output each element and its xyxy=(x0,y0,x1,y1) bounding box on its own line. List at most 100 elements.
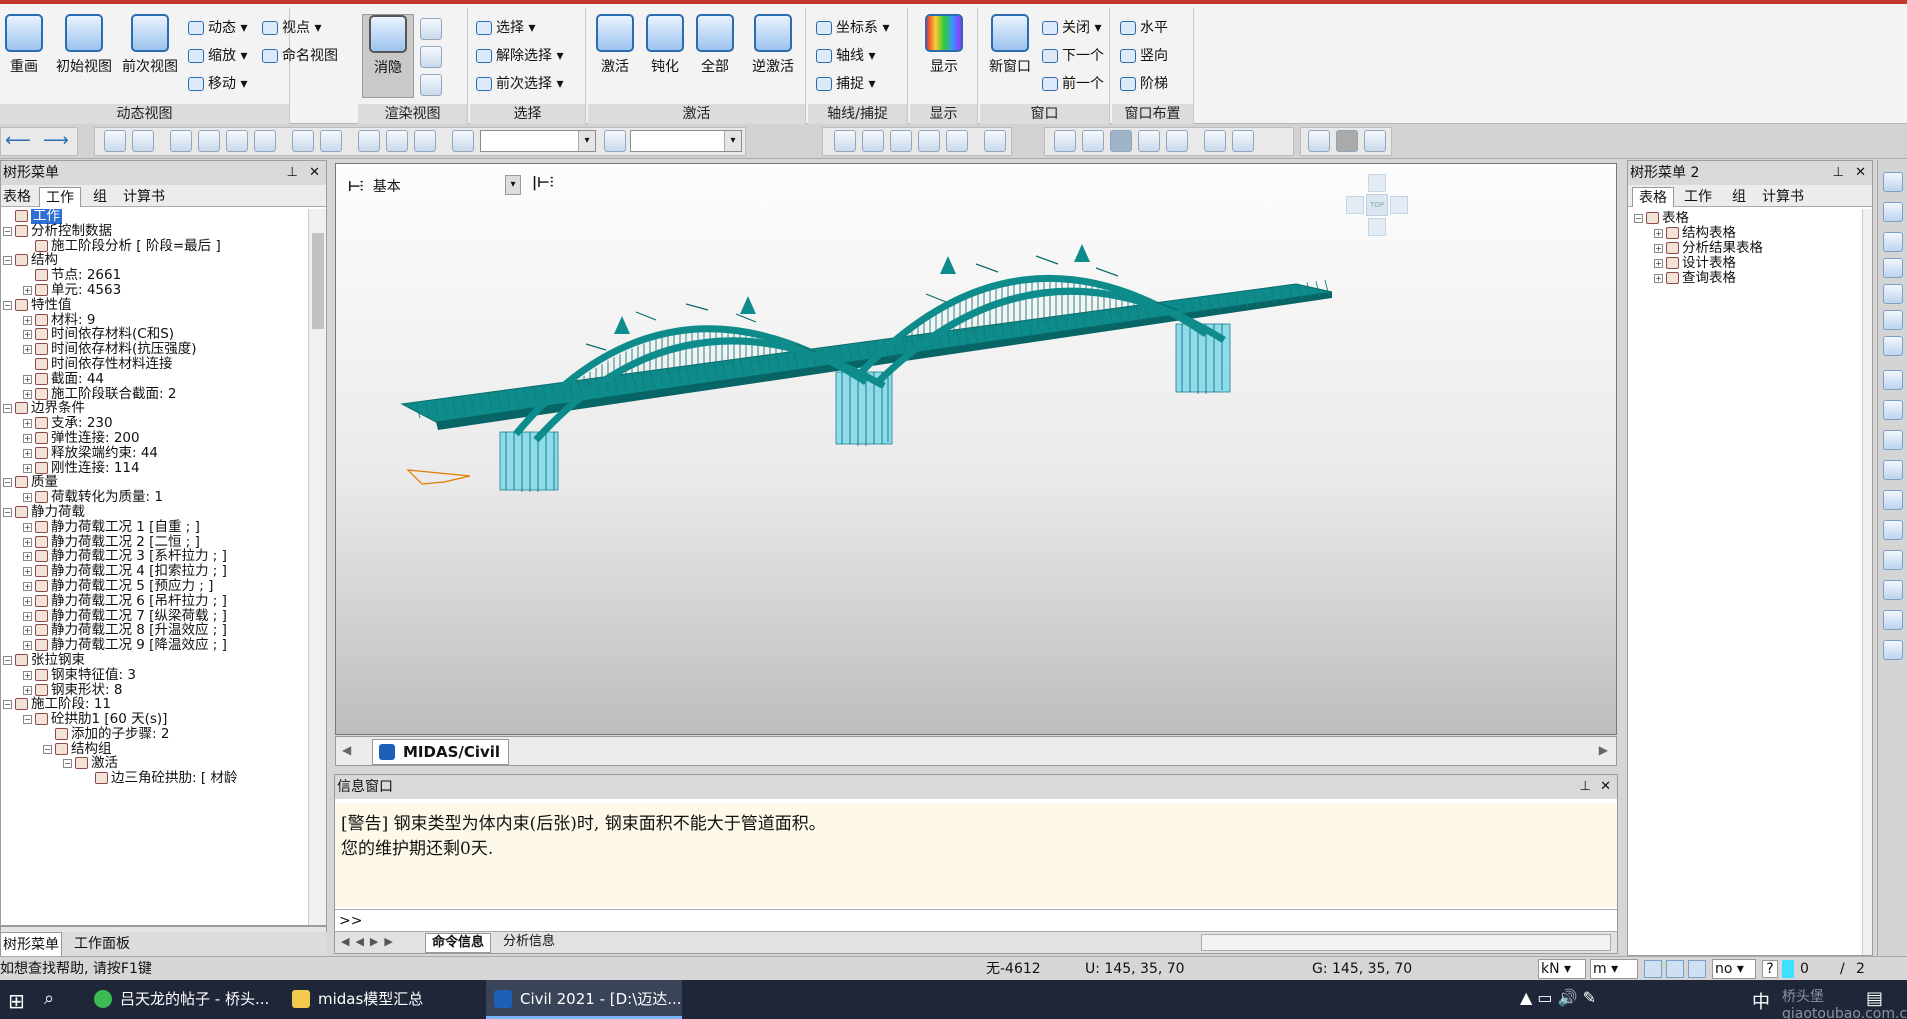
tree-item[interactable]: + 静力荷载工况 1 [自重 ; ] xyxy=(1,519,308,535)
collapse-icon[interactable]: − xyxy=(3,404,12,414)
tree-item[interactable]: − 结构 xyxy=(1,253,308,268)
side-tool-icon-5[interactable] xyxy=(1883,284,1903,304)
tool-icon-7[interactable] xyxy=(292,130,314,152)
tree-item[interactable]: 工作 xyxy=(1,209,308,224)
tray-icons[interactable]: ▲ ▭ 🔊 ✎ xyxy=(1520,988,1596,1007)
display-button[interactable]: 显示 xyxy=(914,14,974,86)
tree-item[interactable]: + 设计表格 xyxy=(1632,256,1862,271)
tree-item[interactable]: + 单元: 4563 xyxy=(1,283,308,298)
collapse-icon[interactable]: − xyxy=(43,744,52,754)
tree-item[interactable]: + 释放梁端约束: 44 xyxy=(1,445,308,461)
collapse-icon[interactable]: − xyxy=(63,759,72,769)
side-tool-icon-4[interactable] xyxy=(1883,258,1903,278)
close-window-button[interactable]: 关闭 ▾ xyxy=(1040,16,1101,40)
expand-icon[interactable]: + xyxy=(23,448,32,458)
tree-item[interactable]: 时间依存性材料连接 xyxy=(1,357,308,372)
snap-toggle-icon[interactable] xyxy=(1644,960,1662,978)
tile-vertical-button[interactable]: 竖向 xyxy=(1118,44,1168,68)
tab-works[interactable]: 工作 xyxy=(1678,187,1718,207)
snap-button[interactable]: 捕捉 ▾ xyxy=(814,72,875,96)
tab-report[interactable]: 计算书 xyxy=(117,187,171,207)
redo-icon[interactable]: ⟶ xyxy=(43,130,69,151)
deactivate-button[interactable]: 钝化 xyxy=(640,14,690,86)
command-input[interactable]: >> xyxy=(335,909,1617,931)
tab-command-info[interactable]: 命令信息 xyxy=(425,933,492,953)
expand-icon[interactable]: + xyxy=(23,389,32,399)
tool-icon-16[interactable] xyxy=(918,130,940,152)
tree-item[interactable]: + 静力荷载工况 6 [吊杆拉力 ; ] xyxy=(1,593,308,609)
activate-all-button[interactable]: 全部 xyxy=(690,14,740,86)
tool-icon-6[interactable] xyxy=(254,130,276,152)
collapse-icon[interactable]: − xyxy=(1634,214,1643,223)
tool-icon-25[interactable] xyxy=(1232,130,1254,152)
pin-icon[interactable]: ⊥ xyxy=(1833,161,1844,185)
side-tool-icon-10[interactable] xyxy=(1883,430,1903,450)
tree-item[interactable]: − 张拉钢束 xyxy=(1,653,308,668)
collapse-icon[interactable]: − xyxy=(3,256,12,266)
side-tool-icon-7[interactable] xyxy=(1883,336,1903,356)
tab-scroll-left-icon[interactable]: ◀ xyxy=(342,743,351,757)
previous-view-button[interactable]: 前次视图 xyxy=(118,14,182,86)
tree-item[interactable]: + 静力荷载工况 8 [升温效应 ; ] xyxy=(1,623,308,638)
selection-combo-1[interactable] xyxy=(480,130,596,152)
tree-item[interactable]: + 材料: 9 xyxy=(1,312,308,328)
tree-item[interactable]: + 静力荷载工况 4 [扣索拉力 ; ] xyxy=(1,564,308,579)
expand-icon[interactable]: + xyxy=(23,552,32,562)
tree-item[interactable]: + 静力荷载工况 5 [预应力 ; ] xyxy=(1,579,308,594)
tool-icon-13[interactable] xyxy=(834,130,856,152)
tool-icon-5[interactable] xyxy=(226,130,248,152)
expand-icon[interactable]: + xyxy=(23,537,32,547)
tool-icon-18[interactable] xyxy=(984,130,1006,152)
zoom-button[interactable]: 缩放 ▾ xyxy=(186,44,247,68)
inverse-activate-button[interactable]: 逆激活 xyxy=(740,14,806,86)
previous-window-button[interactable]: 前一个 xyxy=(1040,72,1104,96)
expand-icon[interactable]: + xyxy=(23,641,32,651)
tab-works[interactable]: 工作 xyxy=(39,187,81,207)
collapse-icon[interactable]: − xyxy=(3,507,12,517)
tab-tree-menu[interactable]: 树形菜单 xyxy=(0,932,62,958)
pin-icon[interactable]: ⊥ xyxy=(287,161,298,185)
tree-item[interactable]: 节点: 2661 xyxy=(1,268,308,283)
hidden-button[interactable]: 消隐 xyxy=(362,14,414,98)
tree-item[interactable]: − 结构组 xyxy=(1,741,308,757)
task-folder[interactable]: midas模型汇总 xyxy=(284,980,484,1019)
tree-item[interactable]: + 荷载转化为质量: 1 xyxy=(1,490,308,505)
next-window-button[interactable]: 下一个 xyxy=(1040,44,1104,68)
expand-icon[interactable]: + xyxy=(23,330,32,340)
side-tool-icon-14[interactable] xyxy=(1883,550,1903,570)
tool-icon-24[interactable] xyxy=(1204,130,1226,152)
tool-icon-3[interactable] xyxy=(170,130,192,152)
close-icon[interactable]: ✕ xyxy=(1855,161,1866,185)
tab-scroll-right-icon[interactable]: ▶ xyxy=(1599,743,1608,757)
collapse-icon[interactable]: − xyxy=(3,700,12,710)
tree-item[interactable]: − 特性值 xyxy=(1,297,308,313)
tree-item[interactable]: − 分析控制数据 xyxy=(1,223,308,239)
tool-icon-17[interactable] xyxy=(946,130,968,152)
windows-start-icon[interactable]: ⊞ xyxy=(8,989,25,1013)
color-swatch[interactable] xyxy=(1782,960,1794,978)
tree-item[interactable]: − 砼拱肋1 [60 天(s)] xyxy=(1,712,308,727)
select-button[interactable]: 选择 ▾ xyxy=(474,16,535,40)
deselect-button[interactable]: 解除选择 ▾ xyxy=(474,44,563,68)
force-unit-select[interactable]: kN ▾ xyxy=(1538,959,1586,979)
tree-item[interactable]: + 静力荷载工况 9 [降温效应 ; ] xyxy=(1,638,308,653)
pin-icon[interactable]: ⊥ xyxy=(1580,775,1591,799)
grid-button[interactable]: 轴线 ▾ xyxy=(814,44,875,68)
tool-icon-23[interactable] xyxy=(1166,130,1188,152)
unlock-icon[interactable] xyxy=(1364,130,1386,152)
tool-icon-10[interactable] xyxy=(386,130,408,152)
expand-icon[interactable]: + xyxy=(23,463,32,473)
tab-report[interactable]: 计算书 xyxy=(1756,187,1810,207)
expand-icon[interactable]: + xyxy=(23,581,32,591)
expand-icon[interactable]: + xyxy=(23,611,32,621)
cascade-button[interactable]: 阶梯 xyxy=(1118,72,1168,96)
collapse-icon[interactable]: − xyxy=(3,478,12,488)
expand-icon[interactable]: + xyxy=(23,419,32,429)
tool-icon-21[interactable] xyxy=(1110,130,1132,152)
expand-icon[interactable]: + xyxy=(23,685,32,695)
close-icon[interactable]: ✕ xyxy=(1600,775,1611,799)
render-icon-1[interactable] xyxy=(420,18,442,40)
tool-icon-19[interactable] xyxy=(1054,130,1076,152)
scroll-thumb[interactable] xyxy=(312,233,324,329)
expand-icon[interactable]: + xyxy=(23,493,32,503)
